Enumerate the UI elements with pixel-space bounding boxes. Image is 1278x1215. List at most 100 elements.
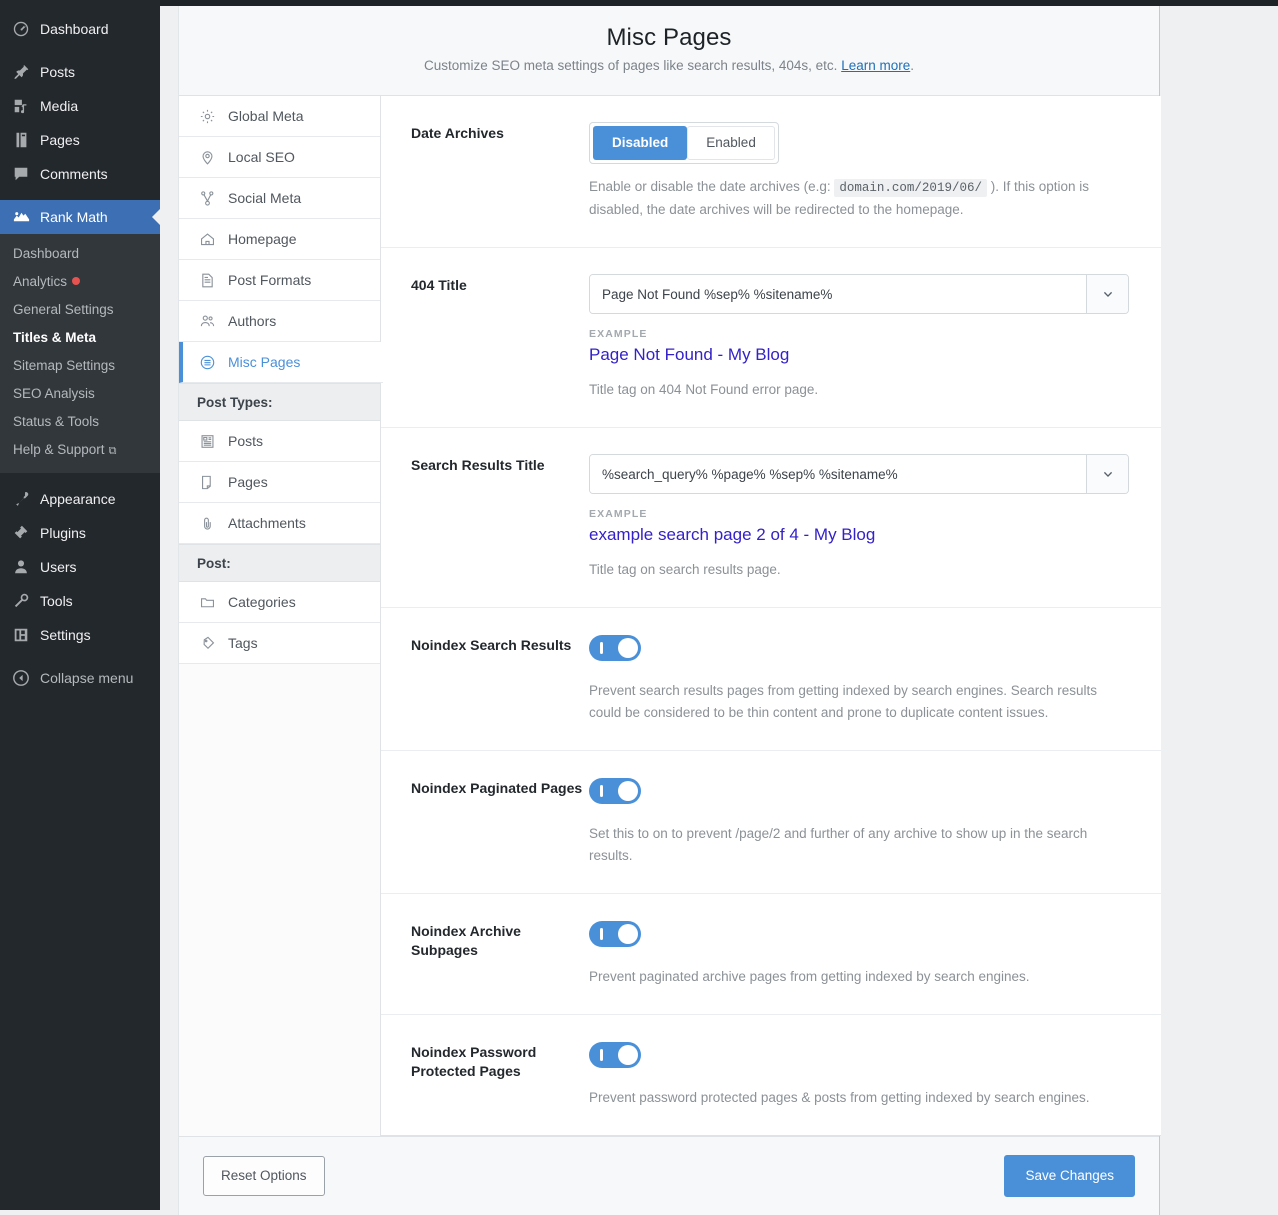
404-title-input[interactable] bbox=[590, 275, 1086, 313]
setting-404-title: 404 Title EXAMPLE Page Not Found - My Bl… bbox=[381, 248, 1161, 428]
date-archives-disabled-button[interactable]: Disabled bbox=[593, 126, 688, 160]
sidebar-item-label: Posts bbox=[40, 64, 76, 80]
sidebar-item-appearance[interactable]: Appearance bbox=[0, 482, 160, 516]
admin-content-area: Misc Pages Customize SEO meta settings o… bbox=[160, 6, 1278, 1215]
collapse-menu-button[interactable]: Collapse menu bbox=[0, 661, 160, 695]
submenu-item-titles-meta[interactable]: Titles & Meta bbox=[0, 324, 160, 352]
sidebar-item-plugins[interactable]: Plugins bbox=[0, 516, 160, 550]
tab-label: Misc Pages bbox=[228, 354, 301, 370]
setting-noindex-paginated-pages: Noindex Paginated Pages Set this to on t… bbox=[381, 751, 1161, 894]
tab-authors[interactable]: Authors bbox=[179, 301, 380, 342]
tools-icon bbox=[11, 591, 31, 611]
sidebar-item-dashboard[interactable]: Dashboard bbox=[0, 12, 160, 46]
home-icon bbox=[197, 229, 217, 249]
sidebar-item-pages[interactable]: Pages bbox=[0, 123, 160, 157]
sidebar-item-media[interactable]: Media bbox=[0, 89, 160, 123]
tab-pages[interactable]: Pages bbox=[179, 462, 380, 503]
date-archives-enabled-button[interactable]: Enabled bbox=[687, 126, 775, 160]
setting-field: EXAMPLE example search page 2 of 4 - My … bbox=[589, 454, 1129, 581]
save-changes-button[interactable]: Save Changes bbox=[1004, 1155, 1135, 1197]
setting-label: Search Results Title bbox=[411, 457, 545, 473]
tab-label: Global Meta bbox=[228, 108, 304, 124]
tab-categories[interactable]: Categories bbox=[179, 582, 380, 623]
submenu-item-seo-analysis[interactable]: SEO Analysis bbox=[0, 380, 160, 408]
tab-homepage[interactable]: Homepage bbox=[179, 219, 380, 260]
setting-description: Title tag on 404 Not Found error page. bbox=[589, 382, 819, 397]
sidebar-item-label: Plugins bbox=[40, 525, 86, 541]
document-icon bbox=[197, 270, 217, 290]
notification-dot-icon bbox=[72, 277, 81, 285]
page-description-suffix: . bbox=[910, 58, 914, 73]
panel-body: Global Meta Local SEO Social Meta Homepa… bbox=[179, 96, 1161, 1136]
plugins-icon bbox=[11, 523, 31, 543]
setting-description: Set this to on to prevent /page/2 and fu… bbox=[589, 826, 1088, 863]
tab-local-seo[interactable]: Local SEO bbox=[179, 137, 380, 178]
submenu-item-status-tools[interactable]: Status & Tools bbox=[0, 408, 160, 436]
setting-field: Prevent search results pages from gettin… bbox=[589, 634, 1129, 724]
sidebar-item-tools[interactable]: Tools bbox=[0, 584, 160, 618]
noindex-archive-subpages-switch[interactable] bbox=[589, 921, 641, 947]
tab-global-meta[interactable]: Global Meta bbox=[179, 96, 380, 137]
submenu-item-help-support[interactable]: Help & Support ⧉ bbox=[0, 436, 160, 465]
date-archives-toggle-group[interactable]: Disabled Enabled bbox=[589, 122, 779, 164]
pin-icon bbox=[11, 62, 31, 82]
collapse-menu-label: Collapse menu bbox=[40, 670, 134, 686]
submenu-item-analytics[interactable]: Analytics bbox=[0, 268, 160, 296]
submenu-label: Analytics bbox=[13, 274, 68, 289]
setting-noindex-search-results: Noindex Search Results Prevent search re… bbox=[381, 608, 1161, 751]
404-title-combo[interactable] bbox=[589, 274, 1129, 314]
sidebar-item-settings[interactable]: Settings bbox=[0, 618, 160, 652]
page-icon bbox=[197, 472, 217, 492]
setting-field: Disabled Enabled Enable or disable the d… bbox=[589, 122, 1129, 221]
submenu-item-general-settings[interactable]: General Settings bbox=[0, 296, 160, 324]
switch-knob bbox=[618, 638, 638, 658]
learn-more-link[interactable]: Learn more bbox=[841, 58, 910, 73]
switch-bar-icon bbox=[600, 928, 603, 940]
article-icon bbox=[197, 431, 217, 451]
submenu-item-sitemap-settings[interactable]: Sitemap Settings bbox=[0, 352, 160, 380]
rank-math-settings-panel: Misc Pages Customize SEO meta settings o… bbox=[178, 6, 1161, 1215]
list-circle-icon bbox=[197, 352, 217, 372]
sidebar-item-label: Users bbox=[40, 559, 77, 575]
sidebar-divider bbox=[0, 473, 160, 482]
tab-post-formats[interactable]: Post Formats bbox=[179, 260, 380, 301]
pages-icon bbox=[11, 130, 31, 150]
reset-options-button[interactable]: Reset Options bbox=[203, 1156, 325, 1196]
sidebar-item-users[interactable]: Users bbox=[0, 550, 160, 584]
page-description: Customize SEO meta settings of pages lik… bbox=[199, 58, 1139, 73]
map-pin-icon bbox=[197, 147, 217, 167]
sidebar-item-comments[interactable]: Comments bbox=[0, 157, 160, 191]
tab-tags[interactable]: Tags bbox=[179, 623, 380, 664]
noindex-paginated-pages-switch[interactable] bbox=[589, 778, 641, 804]
chevron-down-icon[interactable] bbox=[1086, 455, 1128, 493]
search-results-title-combo[interactable] bbox=[589, 454, 1129, 494]
sidebar-divider bbox=[0, 191, 160, 200]
tab-misc-pages[interactable]: Misc Pages bbox=[179, 342, 383, 383]
example-label: EXAMPLE bbox=[589, 328, 648, 340]
tab-social-meta[interactable]: Social Meta bbox=[179, 178, 380, 219]
submenu-item-dashboard[interactable]: Dashboard bbox=[0, 240, 160, 268]
tab-label: Attachments bbox=[228, 515, 306, 531]
switch-knob bbox=[618, 1045, 638, 1065]
sidebar-divider bbox=[0, 652, 160, 661]
sidebar-item-label: Appearance bbox=[40, 491, 116, 507]
search-results-title-input[interactable] bbox=[590, 455, 1086, 493]
sidebar-item-label: Rank Math bbox=[40, 209, 108, 225]
tab-label: Tags bbox=[228, 635, 258, 651]
noindex-password-protected-switch[interactable] bbox=[589, 1042, 641, 1068]
setting-label: 404 Title bbox=[411, 277, 467, 293]
external-link-icon: ⧉ bbox=[108, 445, 117, 457]
tab-attachments[interactable]: Attachments bbox=[179, 503, 380, 544]
comments-icon bbox=[11, 164, 31, 184]
noindex-search-results-switch[interactable] bbox=[589, 635, 641, 661]
sidebar-item-rank-math[interactable]: Rank Math bbox=[0, 200, 160, 234]
setting-label: Noindex Paginated Pages bbox=[411, 780, 583, 796]
sidebar-item-posts[interactable]: Posts bbox=[0, 55, 160, 89]
sidebar-item-label: Dashboard bbox=[40, 21, 109, 37]
sidebar-item-label: Media bbox=[40, 98, 79, 114]
switch-knob bbox=[618, 781, 638, 801]
chevron-down-icon[interactable] bbox=[1086, 275, 1128, 313]
page-description-text: Customize SEO meta settings of pages lik… bbox=[423, 58, 838, 73]
appearance-icon bbox=[11, 489, 31, 509]
tab-posts[interactable]: Posts bbox=[179, 421, 380, 462]
